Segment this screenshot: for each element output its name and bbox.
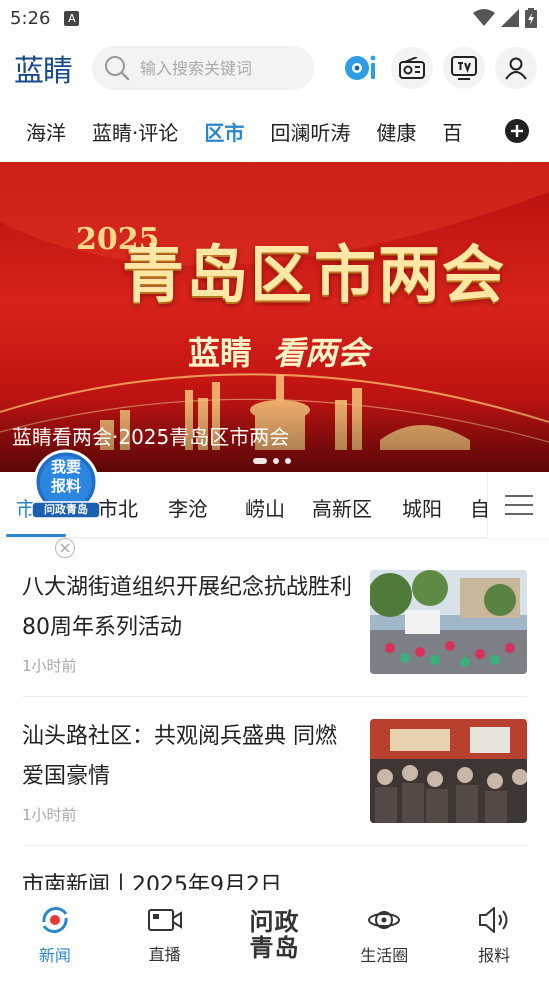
channel-tab-huilan[interactable]: 回澜听涛 [270, 117, 350, 146]
banner-subtitle-brand: 蓝睛 [188, 334, 252, 372]
nav-report-label: 报料 [478, 942, 510, 966]
news-thumbnail-image [370, 570, 527, 674]
nav-center-line2: 青岛 [229, 935, 319, 961]
district-tab-laoshan[interactable]: 崂山 [245, 493, 285, 522]
hero-banner[interactable]: 2025 青岛区市两会 蓝睛 看两会 蓝睛看两会·2025青岛区市两会 [0, 162, 549, 472]
nav-wenzheng[interactable]: 问政 青岛 [229, 909, 319, 961]
profile-button[interactable] [495, 47, 537, 89]
banner-year: 2025 [76, 228, 116, 252]
news-item[interactable]: 八大湖街道组织开展纪念抗战胜利80周年系列活动 1小时前 [22, 548, 527, 697]
news-thumbnail-image [370, 719, 527, 823]
district-tab-shibei[interactable]: 市北 [98, 493, 138, 522]
report-badge[interactable]: 我要 报料 问政青岛 [30, 448, 102, 522]
district-menu-button[interactable] [487, 472, 549, 538]
search-box[interactable] [92, 46, 314, 90]
signal-icon [501, 9, 519, 27]
ai-assistant-button[interactable] [341, 48, 381, 88]
channel-tab-district[interactable]: 区市 [204, 117, 244, 146]
news-time: 1小时前 [22, 655, 358, 676]
banner-title: 青岛区市两会 [122, 224, 506, 314]
banner-caption: 蓝睛看两会·2025青岛区市两会 [12, 421, 289, 450]
speaker-icon [477, 904, 511, 936]
nav-live[interactable]: 直播 [120, 905, 210, 965]
report-badge-line2: 报料 [30, 477, 102, 496]
channel-tab-partial[interactable]: 百 [442, 117, 462, 146]
app-logo[interactable]: 蓝睛 [14, 46, 82, 90]
tv-button[interactable] [443, 47, 485, 89]
nav-live-label: 直播 [149, 941, 181, 965]
plus-icon [510, 124, 524, 138]
news-item[interactable]: 汕头路社区：共观阅兵盛典 同燃爱国豪情 1小时前 [22, 697, 527, 846]
news-refresh-icon [39, 904, 71, 936]
report-badge-line1: 我要 [30, 458, 102, 477]
active-tab-indicator [6, 534, 66, 537]
nav-center-line1: 问政 [229, 909, 319, 935]
status-time: 5:26 [10, 8, 50, 29]
news-title: 汕头路社区：共观阅兵盛典 同燃爱国豪情 [22, 717, 358, 797]
status-bar: 5:26 A [0, 0, 549, 36]
user-icon [504, 56, 528, 80]
radio-icon [399, 57, 425, 79]
district-tab-chengyang[interactable]: 城阳 [402, 493, 442, 522]
video-camera-icon [147, 905, 183, 935]
nav-life-label: 生活圈 [360, 942, 408, 966]
app-header: 蓝睛 [0, 36, 549, 100]
carousel-dot-1 [253, 458, 267, 464]
district-tab-gaoxin[interactable]: 高新区 [312, 493, 372, 522]
add-channel-button[interactable] [505, 119, 529, 143]
nav-news-label: 新闻 [39, 942, 71, 966]
wifi-icon [473, 9, 495, 27]
ai-icon [344, 54, 378, 82]
nav-life[interactable]: 生活圈 [339, 904, 429, 966]
search-icon [104, 55, 130, 81]
channel-tab-comment[interactable]: 蓝睛·评论 [92, 117, 178, 146]
channel-tab-ocean[interactable]: 海洋 [26, 117, 66, 146]
tv-icon [451, 56, 477, 80]
carousel-dot-2 [273, 458, 279, 464]
orbit-planet-icon [367, 904, 401, 936]
menu-icon [505, 494, 533, 516]
news-thumbnail [370, 719, 527, 823]
channel-tabs: 海洋 蓝睛·评论 区市 回澜听涛 健康 百 [0, 100, 549, 162]
report-badge-line3: 问政青岛 [30, 503, 102, 517]
banner-subtitle: 蓝睛 看两会 [188, 328, 369, 374]
bottom-nav: 新闻 直播 问政 青岛 生活圈 报料 [0, 890, 549, 976]
search-input[interactable] [140, 59, 300, 78]
radio-button[interactable] [391, 47, 433, 89]
nav-report[interactable]: 报料 [449, 904, 539, 966]
battery-icon [525, 8, 537, 28]
nav-news[interactable]: 新闻 [10, 904, 100, 966]
district-tab-licang[interactable]: 李沧 [168, 493, 208, 522]
banner-subtitle-text: 看两会 [273, 334, 369, 372]
carousel-dot-3 [285, 458, 291, 464]
logo-text: 蓝睛 [14, 46, 72, 90]
channel-tab-health[interactable]: 健康 [376, 117, 416, 146]
news-title: 八大湖街道组织开展纪念抗战胜利80周年系列活动 [22, 568, 358, 648]
news-thumbnail [370, 570, 527, 674]
notification-icon: A [64, 11, 79, 26]
carousel-dots [253, 458, 291, 464]
news-time: 1小时前 [22, 804, 358, 825]
